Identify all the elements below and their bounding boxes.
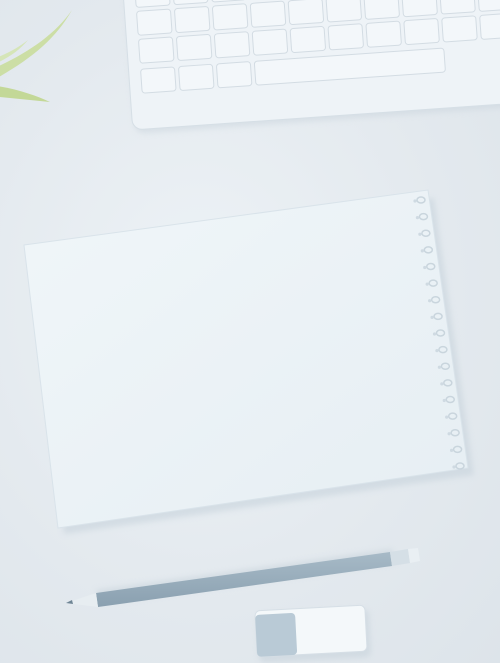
desk-scene — [0, 0, 500, 663]
spiral-hole — [435, 349, 439, 353]
desk-flatlay-photo — [0, 0, 500, 663]
spiral-hole — [445, 415, 449, 419]
eraser-rubber — [255, 613, 298, 657]
plant-leaf — [0, 86, 50, 102]
keyboard-key — [249, 0, 287, 28]
keyboard-key — [403, 18, 440, 46]
pencil-body — [96, 552, 392, 607]
spiral-hole — [420, 249, 424, 253]
spiral-hole — [428, 299, 432, 303]
plant — [0, 10, 72, 102]
spiral-hole — [418, 232, 422, 236]
keyboard-key — [327, 23, 364, 51]
keyboard-key — [174, 6, 211, 33]
keyboard-key — [439, 0, 476, 15]
keyboard-key — [365, 20, 402, 48]
keyboard-key — [325, 0, 362, 23]
keyboard-key — [176, 34, 213, 61]
keyboard-key — [363, 0, 400, 20]
keyboard-key — [441, 15, 478, 43]
spiral-notebook — [23, 189, 474, 534]
spiral-hole — [447, 432, 451, 436]
keyboard-key — [138, 36, 175, 64]
keyboard-key — [136, 8, 173, 36]
eraser — [254, 604, 371, 663]
pencil — [66, 548, 420, 607]
plant-leaf — [0, 10, 72, 77]
keyboard-key — [216, 61, 253, 89]
keyboard-key — [479, 12, 500, 40]
pencil-wood-tip — [66, 593, 98, 607]
spiral-hole — [413, 199, 417, 203]
pencil-lead — [66, 600, 73, 604]
keyboard-key — [401, 0, 438, 18]
keyboard-key — [178, 63, 215, 91]
spiral-hole — [415, 216, 420, 220]
spiral-hole — [449, 448, 454, 452]
spiral-hole — [430, 315, 434, 319]
keyboard-key — [213, 31, 251, 59]
keyboard — [121, 0, 500, 134]
spiral-hole — [432, 332, 437, 336]
notebook-page — [23, 189, 469, 529]
keyboard-key — [140, 66, 177, 94]
keyboard-key — [251, 28, 289, 56]
spiral-hole — [423, 265, 427, 270]
pencil-ferrule — [390, 549, 410, 566]
spiral-hole — [452, 465, 456, 469]
spiral-hole — [425, 282, 429, 286]
keyboard-key — [289, 26, 326, 53]
keyboard-key — [212, 3, 249, 31]
pencil-end — [408, 548, 420, 563]
spiral-hole — [440, 382, 444, 386]
keyboard-key — [287, 0, 325, 26]
keyboard-key — [477, 0, 500, 12]
spiral-hole — [437, 365, 441, 369]
spiral-hole — [442, 398, 446, 403]
